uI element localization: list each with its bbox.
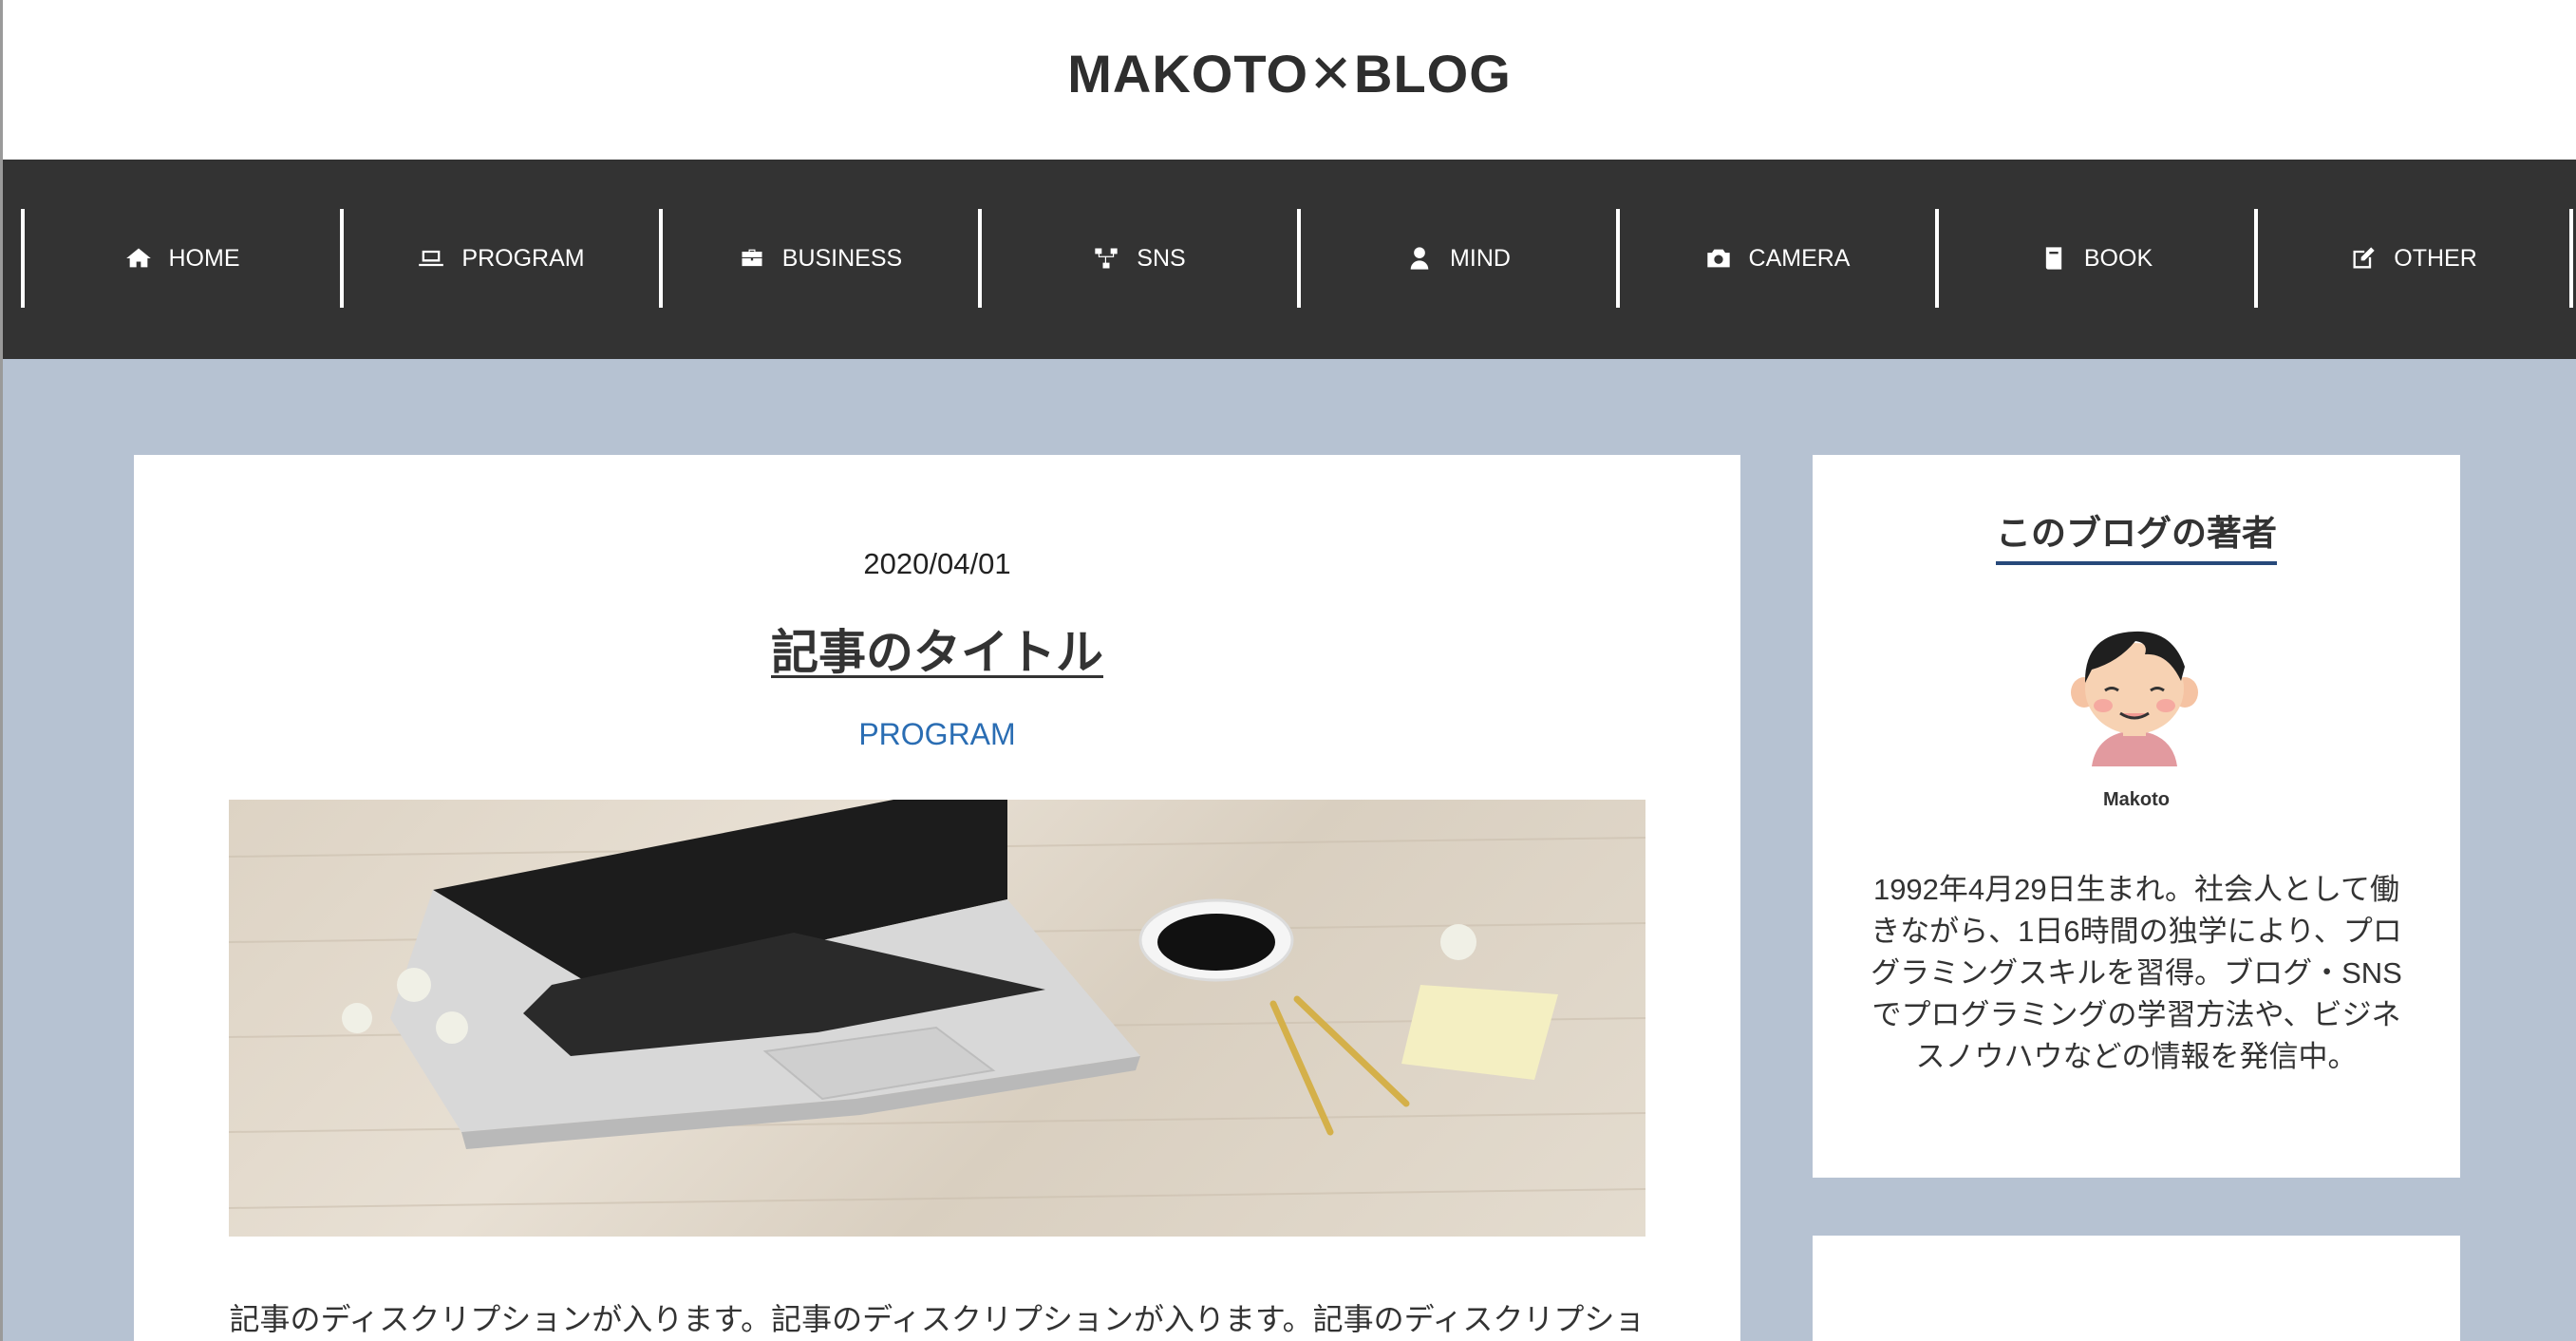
global-nav: HOME PROGRAM BUSINESS SNS MIND CAMERA BO… xyxy=(3,160,2576,359)
nav-item-book[interactable]: BOOK xyxy=(1935,209,2254,308)
nav-item-label: SNS xyxy=(1137,244,1186,272)
nav-item-label: PROGRAM xyxy=(461,244,585,272)
nav-item-label: OTHER xyxy=(2394,244,2477,272)
site-title[interactable]: MAKOTO✕BLOG xyxy=(1067,43,1512,105)
post-category: PROGRAM xyxy=(134,717,1740,752)
sidebar-widget xyxy=(1813,1236,2460,1341)
author-bio: 1992年4月29日生まれ。社会人として働きながら、1日6時間の独学により、プロ… xyxy=(1871,873,2402,1073)
briefcase-icon xyxy=(742,249,762,267)
nav-item-sns[interactable]: SNS xyxy=(978,209,1297,308)
post-card: 2020/04/01 記事のタイトル PROGRAM 記事のディスクリプションが… xyxy=(134,455,1740,1341)
nav-item-mind[interactable]: MIND xyxy=(1297,209,1616,308)
post-description: 記事のディスクリプションが入ります。記事のディスクリプションが入ります。記事のデ… xyxy=(229,1302,1645,1336)
laptop-desk-illustration xyxy=(229,800,1645,1209)
author-heading: このブログの著者 xyxy=(1813,504,2460,565)
nav-item-program[interactable]: PROGRAM xyxy=(340,209,659,308)
post-thumbnail[interactable] xyxy=(229,800,1645,1237)
nav-list: HOME PROGRAM BUSINESS SNS MIND CAMERA BO… xyxy=(21,209,2573,308)
post-title: 記事のタイトル xyxy=(134,614,1740,683)
edit-icon xyxy=(2353,247,2375,269)
author-heading-text: このブログの著者 xyxy=(1996,504,2277,565)
nav-item-label: BOOK xyxy=(2083,244,2153,272)
camera-icon xyxy=(1706,249,1730,268)
person-icon xyxy=(1410,247,1429,270)
laptop-icon xyxy=(419,250,444,267)
nav-item-label: MIND xyxy=(1450,244,1511,272)
category-link[interactable]: PROGRAM xyxy=(858,717,1015,751)
nav-item-label: BUSINESS xyxy=(781,244,903,272)
page: MAKOTO✕BLOG HOME PROGRAM BUSINESS SNS MI xyxy=(0,0,2576,1341)
nav-item-business[interactable]: BUSINESS xyxy=(659,209,978,308)
author-widget: このブログの著者 Makoto 1992年4月29日生まれ。社会人として働きなが… xyxy=(1813,455,2460,1178)
avatar xyxy=(2071,631,2198,766)
post-title-link[interactable]: 記事のタイトル xyxy=(771,626,1103,679)
book-icon xyxy=(2045,247,2062,270)
home-icon xyxy=(125,248,151,268)
nav-item-label: CAMERA xyxy=(1748,244,1851,272)
post-date: 2020/04/01 xyxy=(863,547,1011,580)
network-icon xyxy=(1095,248,1118,269)
author-name: Makoto xyxy=(2103,789,2170,810)
nav-item-label: HOME xyxy=(168,244,240,272)
site-header: MAKOTO✕BLOG xyxy=(3,0,2576,160)
nav-item-camera[interactable]: CAMERA xyxy=(1616,209,1935,308)
nav-item-other[interactable]: OTHER xyxy=(2254,209,2573,308)
nav-item-home[interactable]: HOME xyxy=(21,209,340,308)
